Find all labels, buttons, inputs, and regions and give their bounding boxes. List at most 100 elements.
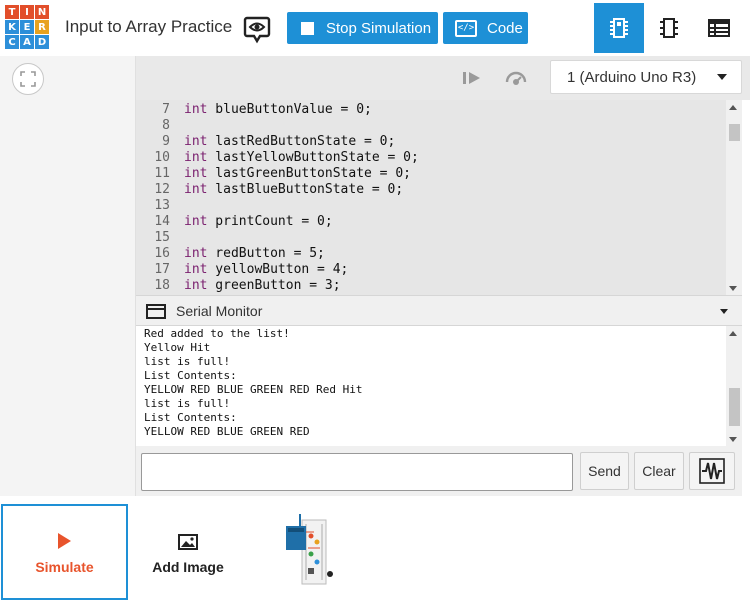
keyword: int [184, 214, 208, 229]
visibility-button[interactable] [242, 14, 272, 44]
code-button[interactable]: </> Code [443, 12, 528, 44]
code-line[interactable]: 12 int lastBlueButtonState = 0; [136, 182, 726, 198]
scroll-up-icon[interactable] [729, 105, 737, 110]
circuit-thumbnail-image [286, 514, 333, 585]
line-number: 14 [154, 214, 170, 229]
code-text: int yellowButton = 4; [184, 262, 348, 278]
project-title[interactable]: Input to Array Practice [65, 17, 232, 37]
simulate-button[interactable]: Simulate [1, 504, 128, 600]
line-number: 11 [154, 166, 170, 181]
circuit-thumbnail[interactable] [280, 510, 342, 590]
line-number: 12 [154, 182, 170, 197]
send-button[interactable]: Send [580, 452, 629, 490]
scrollbar-thumb[interactable] [729, 124, 740, 141]
scroll-down-icon[interactable] [729, 286, 737, 291]
serial-output-line: Red added to the list! [144, 327, 290, 340]
code-line[interactable]: 8 [136, 118, 726, 134]
code-text: int greenButton = 3; [184, 278, 341, 294]
debug-gauge-icon [505, 71, 527, 85]
step-play-icon [463, 72, 480, 84]
line-number: 8 [162, 118, 170, 133]
code-line[interactable]: 9 int lastRedButtonState = 0; [136, 134, 726, 150]
step-button[interactable] [460, 66, 484, 90]
code-line[interactable]: 16 int redButton = 5; [136, 246, 726, 262]
keyword: int [184, 134, 208, 149]
editor-scrollbar[interactable] [726, 100, 742, 295]
board-select[interactable]: 1 (Arduino Uno R3) [550, 60, 742, 94]
serial-output-line: list is full! [144, 355, 231, 368]
code-line[interactable]: 11 int lastGreenButtonState = 0; [136, 166, 726, 182]
code-line[interactable]: 15 [136, 230, 726, 246]
serial-monitor-header[interactable]: Serial Monitor [136, 295, 742, 326]
code-rest: greenButton = 3; [207, 278, 341, 293]
code-text: int blueButtonValue = 0; [184, 102, 372, 118]
serial-monitor-icon [146, 304, 166, 319]
component-list-button[interactable] [694, 3, 744, 53]
debugger-button[interactable] [504, 66, 528, 90]
line-number: 13 [154, 198, 170, 213]
keyword: int [184, 262, 208, 277]
add-image-label: Add Image [152, 558, 224, 575]
code-line[interactable]: 17 int yellowButton = 4; [136, 262, 726, 278]
line-number: 9 [162, 134, 170, 149]
code-rest: lastBlueButtonState = 0; [207, 182, 404, 197]
code-text: int lastRedButtonState = 0; [184, 134, 395, 150]
code-line[interactable]: 14 int printCount = 0; [136, 214, 726, 230]
code-text: int lastGreenButtonState = 0; [184, 166, 411, 182]
code-line[interactable]: 10 int lastYellowButtonState = 0; [136, 150, 726, 166]
code-line[interactable]: 18 int greenButton = 3; [136, 278, 726, 294]
serial-output-line: YELLOW RED BLUE GREEN RED [144, 425, 310, 438]
logo-letter: T [5, 5, 19, 19]
serial-input[interactable] [141, 453, 573, 491]
code-rest: lastRedButtonState = 0; [207, 134, 396, 149]
chevron-down-icon[interactable] [720, 309, 728, 314]
serial-output-line: list is full! [144, 397, 231, 410]
stop-simulation-label: Stop Simulation [326, 19, 432, 37]
logo-letter: A [20, 35, 34, 49]
scroll-down-icon[interactable] [729, 437, 737, 442]
scroll-up-icon[interactable] [729, 331, 737, 336]
image-icon [178, 533, 198, 550]
keyword: int [184, 278, 208, 293]
scrollbar-thumb[interactable] [729, 388, 740, 426]
serial-scrollbar[interactable] [726, 326, 742, 446]
line-number: 17 [154, 262, 170, 277]
line-number: 15 [154, 230, 170, 245]
code-rest: printCount = 0; [207, 214, 333, 229]
fit-view-icon [20, 71, 36, 87]
stop-simulation-button[interactable]: Stop Simulation [287, 12, 438, 44]
code-rest: redButton = 5; [207, 246, 325, 261]
keyword: int [184, 150, 208, 165]
graph-button[interactable] [689, 452, 735, 490]
serial-output-line: List Contents: [144, 369, 237, 382]
code-rest: blueButtonValue = 0; [207, 102, 372, 117]
clear-button[interactable]: Clear [634, 452, 684, 490]
code-line[interactable]: 13 [136, 198, 726, 214]
circuit-canvas[interactable] [0, 56, 136, 496]
code-text: int lastBlueButtonState = 0; [184, 182, 403, 198]
serial-output-line: YELLOW RED BLUE GREEN RED Red Hit [144, 383, 363, 396]
stop-icon [301, 21, 314, 35]
code-toolbar: 1 (Arduino Uno R3) [136, 56, 750, 100]
zoom-to-fit-button[interactable] [12, 63, 44, 95]
line-number: 10 [154, 150, 170, 165]
schematic-view-button[interactable] [644, 3, 694, 53]
bottom-drawer: Simulate Add Image [0, 496, 750, 607]
circuit-view-button[interactable] [594, 3, 644, 53]
code-rest: yellowButton = 4; [207, 262, 349, 277]
code-line[interactable]: 7 int blueButtonValue = 0; [136, 102, 726, 118]
keyword: int [184, 102, 208, 117]
add-image-button[interactable]: Add Image [136, 504, 240, 600]
code-editor[interactable]: 7 int blueButtonValue = 0; 8 9 int lastRedBu… [136, 100, 742, 295]
code-label: Code [487, 19, 523, 37]
serial-output-line: List Contents: [144, 411, 237, 424]
code-rest: lastGreenButtonState = 0; [207, 166, 411, 181]
tinkercad-logo[interactable]: TIN KER CAD [5, 5, 49, 49]
table-list-icon [708, 19, 730, 37]
code-icon: </> [455, 19, 477, 37]
line-number: 16 [154, 246, 170, 261]
line-number: 18 [154, 278, 170, 293]
schematic-chip-icon [660, 18, 678, 38]
chip-icon [610, 18, 628, 38]
logo-letter: K [5, 20, 19, 34]
